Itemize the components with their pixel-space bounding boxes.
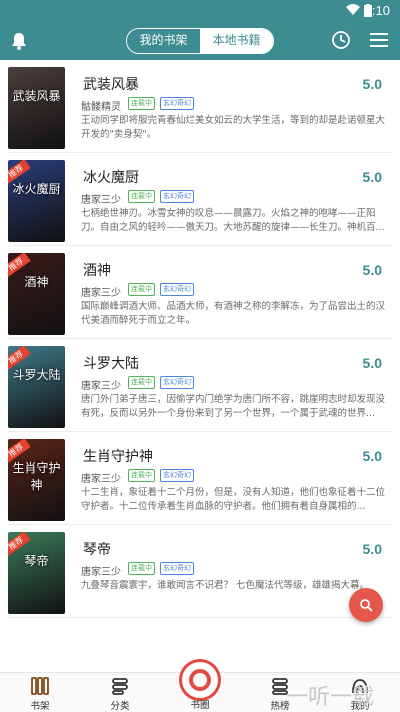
status-badge: 连载中 — [128, 562, 155, 575]
book-author: 唐家三少 — [81, 288, 121, 299]
book-title: 冰火魔厨 — [83, 170, 139, 186]
book-item[interactable]: 推荐 琴帝 琴帝 5.0 唐家三少 连载中 玄幻奇幻 九叠琴音震寰宇，谁敢闻言不识… — [0, 525, 400, 618]
book-cover[interactable]: 推荐 斗罗大陆 — [8, 346, 65, 428]
cover-title: 冰火魔厨 — [12, 182, 61, 196]
book-description: 七柄绝世神刃。冰雪女神的叹息——晨露刀。火焰之神的咆哮——正阳刀。自由之风的轻吟… — [81, 208, 385, 233]
status-badge: 连载中 — [128, 283, 155, 296]
search-icon — [360, 599, 373, 612]
book-title: 生肖守护神 — [83, 449, 153, 465]
book-score: 5.0 — [362, 76, 382, 92]
book-list: 武装风暴 武装风暴 5.0 骷髅精灵 连载中 玄幻奇幻 王动同学即将服完青春仙烂美… — [0, 60, 400, 672]
book-title: 武装风暴 — [83, 77, 139, 93]
category-icon — [112, 678, 128, 695]
book-item[interactable]: 推荐 冰火魔厨 冰火魔厨 5.0 唐家三少 连载中 玄幻奇幻 七柄绝世神刃。冰雪女… — [0, 153, 400, 246]
book-cover[interactable]: 推荐 酒神 — [8, 253, 65, 335]
cover-title: 武装风暴 — [12, 89, 61, 103]
status-badge: 连载中 — [128, 190, 155, 203]
book-score: 5.0 — [362, 448, 382, 464]
book-author: 唐家三少 — [81, 474, 121, 485]
book-cover[interactable]: 推荐 琴帝 — [8, 532, 65, 614]
genre-badge: 玄幻奇幻 — [160, 469, 194, 482]
genre-badge: 玄幻奇幻 — [160, 283, 194, 296]
book-score: 5.0 — [362, 355, 382, 371]
shelf-tab-switch: 我的书架 本地书籍 — [126, 28, 274, 54]
book-score: 5.0 — [362, 169, 382, 185]
book-item[interactable]: 推荐 斗罗大陆 斗罗大陆 5.0 唐家三少 连载中 玄幻奇幻 唐门外门弟子唐三，因… — [0, 339, 400, 432]
watermark: 一听一载 — [286, 685, 375, 710]
book-cover[interactable]: 推荐 冰火魔厨 — [8, 160, 65, 242]
status-badge: 连载中 — [128, 97, 155, 110]
book-description: 唐门外门弟子唐三，因偷学内门绝学为唐门所不容，跳崖明志时却发现没有死，反而以另外… — [81, 394, 386, 419]
cover-title: 琴帝 — [24, 554, 49, 568]
book-score: 5.0 — [362, 541, 382, 557]
wifi-icon — [346, 4, 360, 15]
book-score: 5.0 — [362, 262, 382, 278]
nav-book-circle[interactable] — [179, 659, 221, 701]
book-item[interactable]: 武装风暴 武装风暴 5.0 骷髅精灵 连载中 玄幻奇幻 王动同学即将服完青春仙烂美… — [0, 60, 400, 153]
history-clock-icon[interactable] — [331, 30, 351, 50]
status-badge: 连载中 — [128, 376, 155, 389]
book-description: 王动同学即将服完青春仙烂美女如云的大学生活，等到的却是赴诺顿星大开发的"卖身契"… — [81, 115, 386, 140]
bookshelf-icon — [31, 677, 49, 695]
bell-icon[interactable] — [11, 32, 27, 50]
status-bar: 9:10 — [0, 0, 400, 22]
book-item[interactable]: 推荐 生肖守护神 生肖守护神 5.0 唐家三少 连载中 玄幻奇幻 十二生肖，象征着… — [0, 432, 400, 525]
book-author: 唐家三少 — [81, 567, 121, 578]
book-item[interactable]: 推荐 酒神 酒神 5.0 唐家三少 连载中 玄幻奇幻 国际巅峰调酒大师、品酒大师，… — [0, 246, 400, 339]
book-author: 唐家三少 — [81, 381, 121, 392]
book-description: 九叠琴音震寰宇，谁敢闻言不识君？ 七色魔法代等级，雄雄揭大幕。 — [81, 580, 370, 591]
cover-title: 酒神 — [24, 275, 49, 289]
book-author: 唐家三少 — [81, 195, 121, 206]
book-description: 十二生肖，象征着十二个月份，但是，没有人知道，他们也象征着十二位守护者。十二位传… — [81, 487, 386, 512]
tab-local-books[interactable]: 本地书籍 — [200, 29, 273, 53]
book-description: 国际巅峰调酒大师、品酒大师，有酒神之称的李解冻，为了品尝出土的汉代美酒而醉死于而… — [81, 301, 386, 326]
book-author: 骷髅精灵 — [81, 102, 121, 113]
status-time: 9:10 — [364, 3, 390, 18]
genre-badge: 玄幻奇幻 — [160, 562, 194, 575]
status-badge: 连载中 — [128, 469, 155, 482]
book-cover[interactable]: 推荐 生肖守护神 — [8, 439, 65, 521]
tab-my-shelf[interactable]: 我的书架 — [127, 29, 200, 53]
genre-badge: 玄幻奇幻 — [160, 376, 194, 389]
search-fab-button[interactable] — [349, 588, 383, 622]
divider — [8, 617, 392, 618]
book-title: 斗罗大陆 — [83, 356, 139, 372]
cover-title: 生肖守护神 — [12, 461, 61, 492]
genre-badge: 玄幻奇幻 — [160, 190, 194, 203]
cover-title: 斗罗大陆 — [12, 368, 61, 382]
book-cover[interactable]: 武装风暴 — [8, 67, 65, 149]
top-bar: 我的书架 本地书籍 — [0, 22, 400, 60]
book-title: 酒神 — [83, 263, 111, 279]
menu-icon[interactable] — [370, 32, 388, 48]
book-title: 琴帝 — [83, 542, 111, 558]
circle-icon — [189, 669, 211, 691]
genre-badge: 玄幻奇幻 — [160, 97, 194, 110]
